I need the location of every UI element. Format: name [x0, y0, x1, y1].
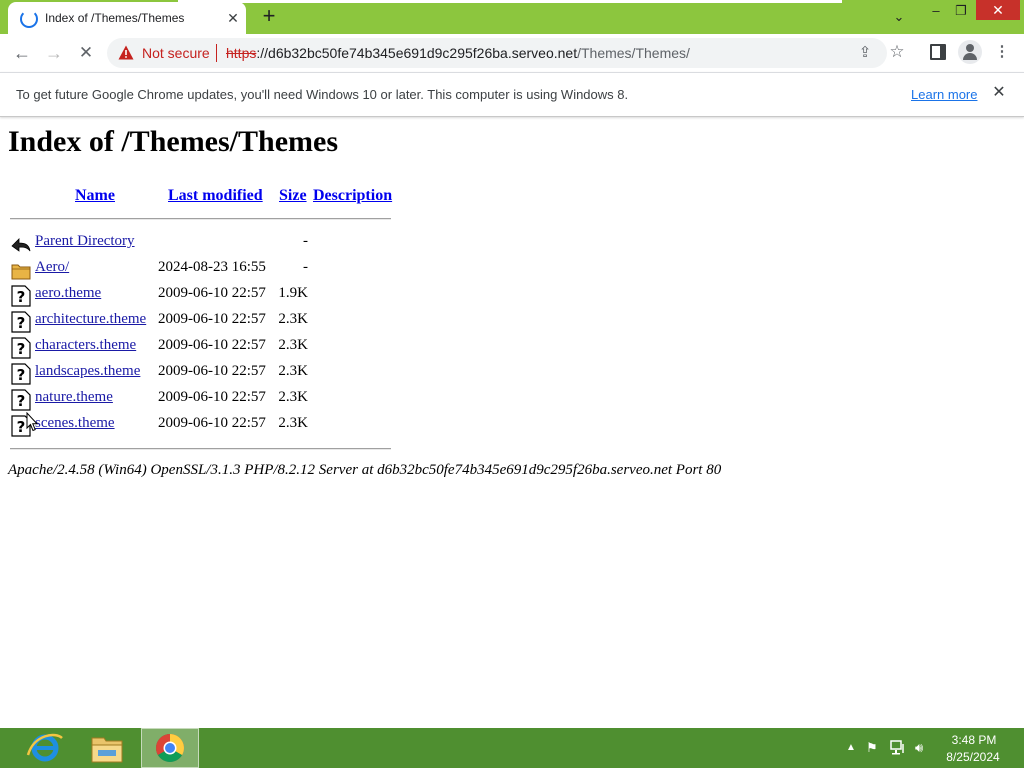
column-header-description[interactable]: Description [313, 187, 392, 205]
svg-text:?: ? [17, 392, 26, 410]
address-bar[interactable]: Not secure https://d6b32bc50fe74b345e691… [107, 38, 905, 68]
column-header-name[interactable]: Name [75, 187, 115, 205]
stop-loading-icon[interactable]: ✕ [73, 40, 99, 66]
minimize-button[interactable]: – [925, 0, 947, 24]
page-title: Index of /Themes/Themes [8, 125, 338, 158]
file-link[interactable]: scenes.theme [35, 415, 115, 432]
side-panel-icon[interactable] [930, 44, 946, 60]
svg-text:?: ? [17, 340, 26, 358]
row-modified: 2009-06-10 22:57 [158, 285, 266, 301]
file-explorer-icon [91, 737, 123, 763]
svg-text:?: ? [17, 366, 26, 384]
back-icon [11, 238, 31, 252]
window-close-button[interactable]: ✕ [976, 0, 1020, 20]
column-header-last-modified[interactable]: Last modified [168, 187, 263, 205]
loading-spinner-icon [20, 10, 38, 28]
tab-strip: Index of /Themes/Themes ✕ + ⌄ – ❐ ✕ [0, 0, 1024, 34]
mouse-pointer-icon [26, 412, 38, 432]
network-icon[interactable] [890, 740, 907, 755]
unknown-file-icon: ? [11, 311, 31, 333]
list-item: Parent Directory - [0, 231, 400, 257]
row-size: 2.3K [278, 311, 308, 327]
file-link[interactable]: characters.theme [35, 337, 136, 354]
update-infobar: To get future Google Chrome updates, you… [0, 72, 1024, 117]
row-size: 2.3K [278, 337, 308, 353]
new-tab-button[interactable]: + [257, 5, 281, 29]
file-link[interactable]: architecture.theme [35, 311, 146, 328]
show-hidden-icons-chevron-icon[interactable]: ▲ [846, 742, 856, 753]
tab-title: Index of /Themes/Themes [45, 11, 185, 25]
row-modified: 2009-06-10 22:57 [158, 389, 266, 405]
security-separator [216, 44, 217, 62]
action-center-flag-icon[interactable]: ⚑ [866, 740, 878, 756]
row-modified: 2009-06-10 22:57 [158, 337, 266, 353]
parent-directory-link[interactable]: Parent Directory [35, 233, 135, 250]
server-signature: Apache/2.4.58 (Win64) OpenSSL/3.1.3 PHP/… [8, 462, 722, 478]
unknown-file-icon: ? [11, 363, 31, 385]
bookmark-star-icon[interactable]: ☆ [887, 42, 907, 62]
url-scheme: https [226, 45, 257, 61]
profile-avatar-icon[interactable] [958, 40, 982, 64]
row-size: 1.9K [278, 285, 308, 301]
header-divider [10, 218, 391, 220]
row-modified: 2024-08-23 16:55 [158, 259, 266, 275]
taskbar-internet-explorer[interactable] [16, 728, 74, 768]
row-size: 2.3K [278, 389, 308, 405]
file-link[interactable]: landscapes.theme [35, 363, 140, 380]
row-modified: 2009-06-10 22:57 [158, 363, 266, 379]
menu-kebab-icon[interactable]: ⋮ [990, 40, 1014, 64]
folder-link-aero[interactable]: Aero/ [35, 259, 69, 276]
row-size: 2.3K [278, 363, 308, 379]
folder-icon [11, 264, 31, 280]
chrome-icon [156, 734, 184, 762]
back-arrow-icon[interactable]: ← [9, 40, 35, 66]
warning-triangle-icon[interactable] [118, 45, 134, 60]
url-path: /Themes/Themes/ [577, 45, 690, 61]
row-size: - [303, 233, 308, 249]
learn-more-link[interactable]: Learn more [911, 87, 977, 102]
restore-button[interactable]: ❐ [950, 0, 972, 24]
internet-explorer-icon [26, 733, 63, 762]
url-host: ://d6b32bc50fe74b345e691d9c295f26ba.serv… [256, 45, 578, 61]
row-modified: 2009-06-10 22:57 [158, 415, 266, 431]
tab-close-icon[interactable]: ✕ [223, 8, 243, 28]
page-content: Index of /Themes/Themes Name Last modifi… [0, 117, 1024, 728]
taskbar-file-explorer[interactable] [78, 728, 136, 768]
unknown-file-icon: ? [11, 337, 31, 359]
row-size: - [303, 259, 308, 275]
list-item: Aero/ 2024-08-23 16:55 - [0, 257, 400, 283]
list-item: ? scenes.theme 2009-06-10 22:57 2.3K [0, 413, 400, 439]
svg-text:?: ? [17, 418, 26, 436]
list-item: ? aero.theme 2009-06-10 22:57 1.9K [0, 283, 400, 309]
share-icon[interactable]: ⇪ [855, 43, 875, 63]
infobar-close-icon[interactable]: ✕ [989, 83, 1009, 103]
tab-search-chevron-icon[interactable]: ⌄ [888, 6, 910, 30]
forward-arrow-icon[interactable]: → [41, 40, 67, 66]
svg-text:?: ? [17, 314, 26, 332]
url-text[interactable]: https://d6b32bc50fe74b345e691d9c295f26ba… [226, 45, 690, 61]
taskbar: ▲ ⚑ 🔊︎ 3:48 PM 8/25/2024 [0, 728, 1024, 768]
clock-time[interactable]: 3:48 PM [946, 733, 1002, 747]
file-link[interactable]: nature.theme [35, 389, 113, 406]
browser-toolbar: ← → ✕ Not secure https://d6b32bc50fe74b3… [0, 34, 1024, 72]
infobar-message: To get future Google Chrome updates, you… [16, 87, 629, 102]
column-header-size[interactable]: Size [279, 187, 307, 205]
list-item: ? characters.theme 2009-06-10 22:57 2.3K [0, 335, 400, 361]
tab-strip-highlight [178, 0, 842, 3]
taskbar-chrome[interactable] [141, 728, 199, 768]
clock-date[interactable]: 8/25/2024 [940, 750, 1006, 764]
unknown-file-icon: ? [11, 389, 31, 411]
volume-speaker-icon[interactable]: 🔊︎ [915, 740, 923, 756]
footer-divider [10, 448, 391, 450]
svg-text:?: ? [17, 288, 26, 306]
list-item: ? landscapes.theme 2009-06-10 22:57 2.3K [0, 361, 400, 387]
unknown-file-icon: ? [11, 285, 31, 307]
tab-active[interactable]: Index of /Themes/Themes ✕ [8, 2, 246, 34]
file-link[interactable]: aero.theme [35, 285, 101, 302]
not-secure-label[interactable]: Not secure [142, 45, 210, 61]
list-item: ? architecture.theme 2009-06-10 22:57 2.… [0, 309, 400, 335]
row-modified: 2009-06-10 22:57 [158, 311, 266, 327]
row-size: 2.3K [278, 415, 308, 431]
list-item: ? nature.theme 2009-06-10 22:57 2.3K [0, 387, 400, 413]
